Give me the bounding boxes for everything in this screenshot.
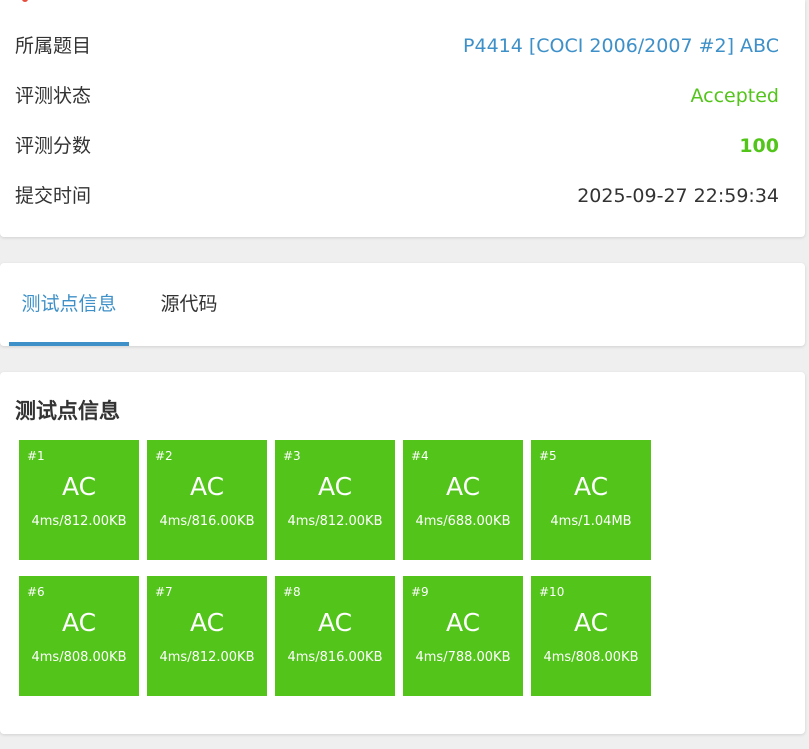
testcase-panel: 测试点信息 #1 AC 4ms/812.00KB #2 AC 4ms/816.0… xyxy=(0,372,805,734)
testcase-result: AC xyxy=(445,472,481,501)
score-value: 100 xyxy=(739,135,779,157)
testcase-stat: 4ms/812.00KB xyxy=(159,650,255,665)
testcase-result: AC xyxy=(573,608,609,637)
testcase-box[interactable]: #10 AC 4ms/808.00KB xyxy=(531,576,651,696)
score-row: 评测分数 100 xyxy=(0,131,805,161)
testcase-box[interactable]: #9 AC 4ms/788.00KB xyxy=(403,576,523,696)
status-dot-icon xyxy=(22,0,28,2)
testcase-stat: 4ms/788.00KB xyxy=(415,650,511,665)
submit-time-label: 提交时间 xyxy=(15,185,92,207)
testcase-stat: 4ms/808.00KB xyxy=(543,650,639,665)
score-label: 评测分数 xyxy=(15,135,92,157)
testcase-id: #3 xyxy=(283,449,301,463)
tab-testcase-info[interactable]: 测试点信息 xyxy=(9,263,129,346)
submit-time-row: 提交时间 2025-09-27 22:59:34 xyxy=(0,181,805,211)
testcase-stat: 4ms/812.00KB xyxy=(31,514,127,529)
testcase-stat: 4ms/808.00KB xyxy=(31,650,127,665)
testcase-id: #10 xyxy=(539,585,565,599)
testcase-id: #5 xyxy=(539,449,557,463)
status-label: 评测状态 xyxy=(15,85,92,107)
status-value: Accepted xyxy=(690,85,779,107)
testcase-result: AC xyxy=(317,608,353,637)
testcase-stat: 4ms/812.00KB xyxy=(287,514,383,529)
problem-label: 所属题目 xyxy=(15,35,92,57)
testcase-box[interactable]: #3 AC 4ms/812.00KB xyxy=(275,440,395,560)
tab-source-code[interactable]: 源代码 xyxy=(149,263,229,346)
testcase-stat: 4ms/1.04MB xyxy=(550,514,632,529)
status-row: 评测状态 Accepted xyxy=(0,81,805,111)
problem-row: 所属题目 P4414 [COCI 2006/2007 #2] ABC xyxy=(0,31,805,61)
testcase-box[interactable]: #7 AC 4ms/812.00KB xyxy=(147,576,267,696)
testcase-stat: 4ms/688.00KB xyxy=(415,514,511,529)
testcase-id: #4 xyxy=(411,449,429,463)
testcase-result: AC xyxy=(317,472,353,501)
testcase-box[interactable]: #2 AC 4ms/816.00KB xyxy=(147,440,267,560)
problem-link[interactable]: P4414 [COCI 2006/2007 #2] ABC xyxy=(463,31,779,61)
testcase-stat: 4ms/816.00KB xyxy=(287,650,383,665)
testcase-id: #7 xyxy=(155,585,173,599)
testcase-result: AC xyxy=(189,472,225,501)
section-title: 测试点信息 xyxy=(15,399,120,423)
testcase-box[interactable]: #4 AC 4ms/688.00KB xyxy=(403,440,523,560)
tab-testcase-info-label: 测试点信息 xyxy=(21,293,117,315)
testcase-id: #6 xyxy=(27,585,45,599)
testcase-id: #2 xyxy=(155,449,173,463)
testcase-box[interactable]: #1 AC 4ms/812.00KB xyxy=(19,440,139,560)
testcase-result: AC xyxy=(573,472,609,501)
testcase-id: #8 xyxy=(283,585,301,599)
testcase-stat: 4ms/816.00KB xyxy=(159,514,255,529)
tab-source-code-label: 源代码 xyxy=(160,293,218,315)
testcase-box[interactable]: #6 AC 4ms/808.00KB xyxy=(19,576,139,696)
testcase-box[interactable]: #5 AC 4ms/1.04MB xyxy=(531,440,651,560)
testcase-box[interactable]: #8 AC 4ms/816.00KB xyxy=(275,576,395,696)
testcase-result: AC xyxy=(61,472,97,501)
testcase-result: AC xyxy=(445,608,481,637)
tabs-bar: 测试点信息 源代码 xyxy=(0,263,805,346)
testcase-result: AC xyxy=(61,608,97,637)
testcase-id: #1 xyxy=(27,449,45,463)
submission-info-card: 所属题目 P4414 [COCI 2006/2007 #2] ABC 评测状态 … xyxy=(0,0,805,237)
submit-time-value: 2025-09-27 22:59:34 xyxy=(577,185,779,207)
active-tab-indicator xyxy=(9,342,129,346)
testcase-id: #9 xyxy=(411,585,429,599)
testcase-result: AC xyxy=(189,608,225,637)
